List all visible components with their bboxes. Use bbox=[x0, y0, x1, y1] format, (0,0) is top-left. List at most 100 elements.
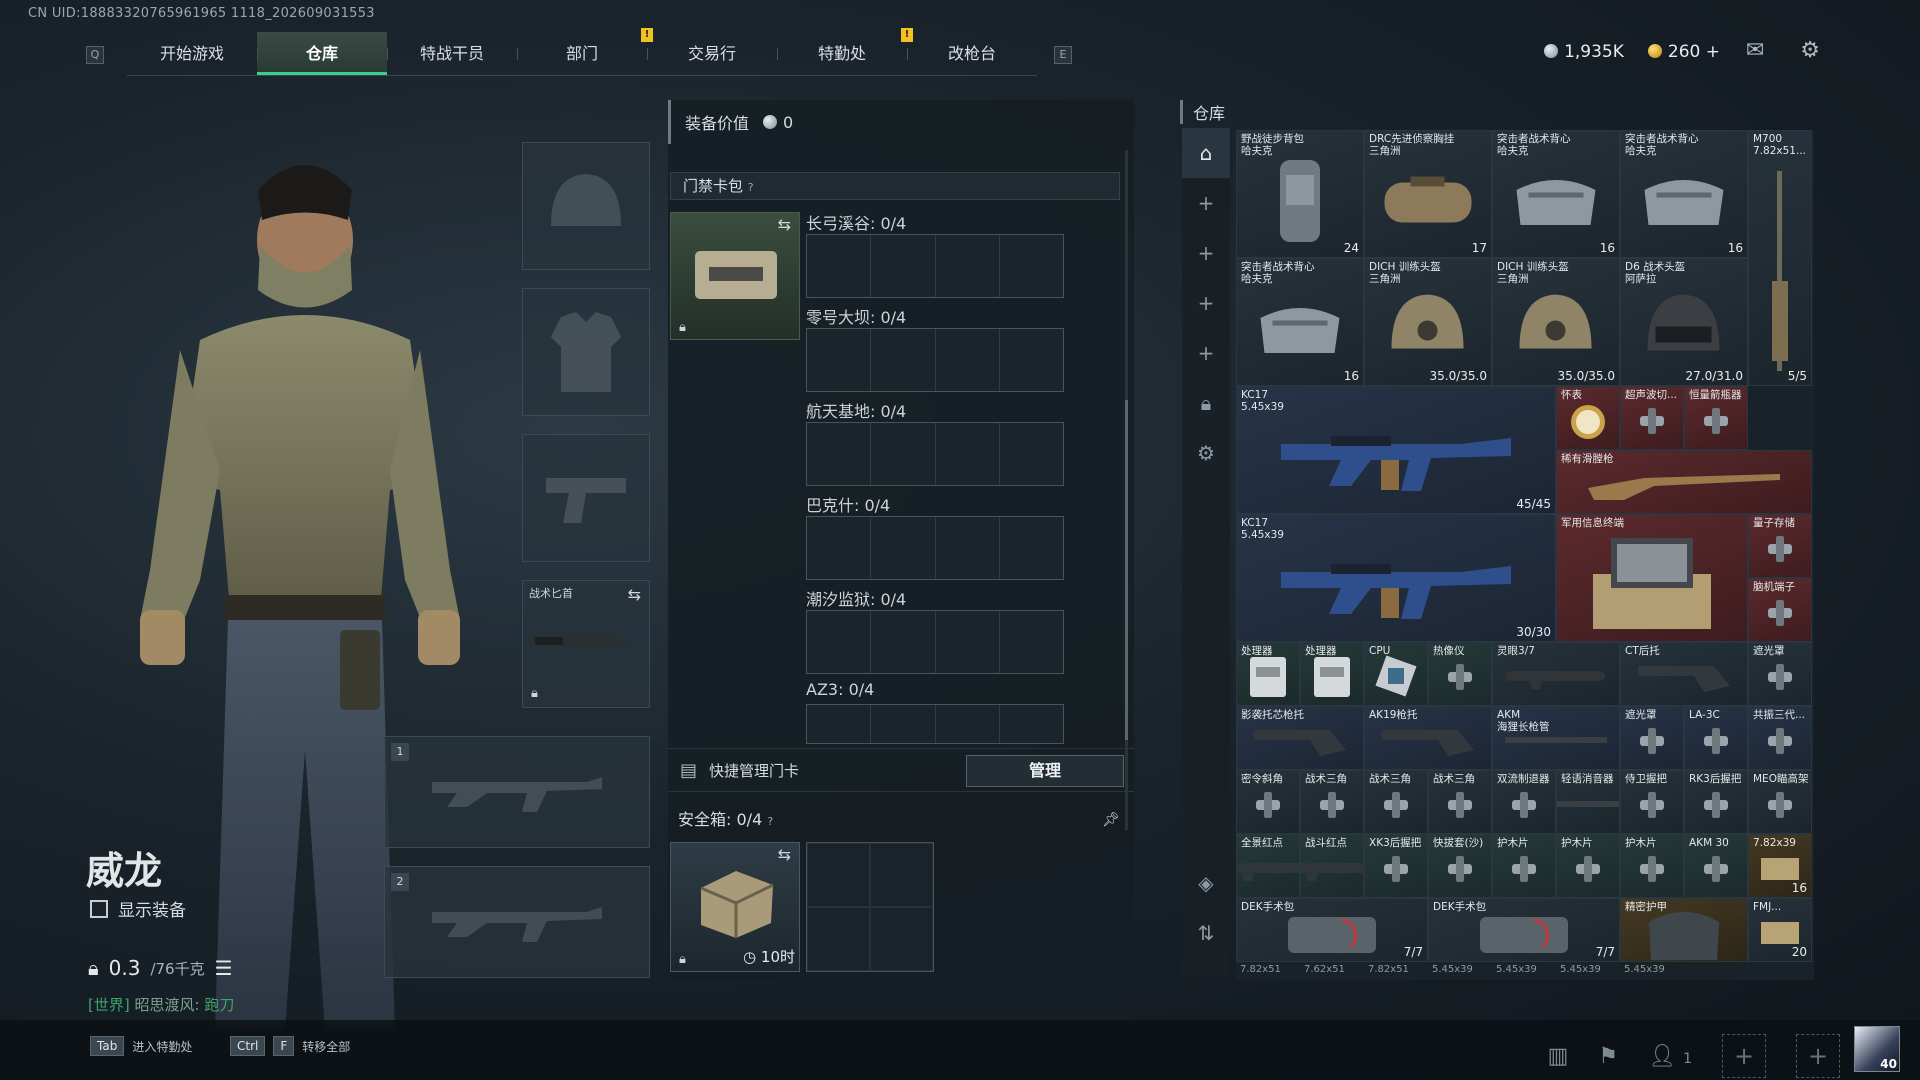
swap-icon[interactable]: ⇆ bbox=[778, 845, 791, 864]
warehouse-item[interactable]: 突击者战术背心 哈夫克 16 bbox=[1236, 258, 1364, 386]
add-currency-button[interactable]: + bbox=[1706, 42, 1720, 62]
warehouse-item[interactable]: 处理器 bbox=[1236, 642, 1300, 706]
swap-icon[interactable]: ⇆ bbox=[778, 215, 791, 234]
tab-department[interactable]: 部门! bbox=[517, 28, 653, 75]
keycard-scrollbar[interactable] bbox=[1125, 150, 1128, 830]
warehouse-item[interactable]: KC17 5.45x39 30/30 bbox=[1236, 514, 1556, 642]
warehouse-item[interactable]: 护木片 bbox=[1556, 834, 1620, 898]
warehouse-item[interactable]: 灵眼3/7 bbox=[1492, 642, 1620, 706]
warehouse-item[interactable]: 轻语消音器 bbox=[1556, 770, 1620, 834]
warehouse-item[interactable]: 护木片 bbox=[1620, 834, 1684, 898]
warehouse-item[interactable]: AKM 海狸长枪管 bbox=[1492, 706, 1620, 770]
flag-icon[interactable]: ⚑ bbox=[1598, 1044, 1618, 1069]
help-icon[interactable]: ? bbox=[748, 181, 754, 194]
warehouse-item[interactable]: 战术三角 bbox=[1428, 770, 1492, 834]
warehouse-item[interactable]: 双流制退器 bbox=[1492, 770, 1556, 834]
warehouse-item[interactable]: 脑机端子 bbox=[1748, 578, 1812, 642]
warehouse-item[interactable]: 7.82x39 16 bbox=[1748, 834, 1812, 898]
player-avatar[interactable]: 40 bbox=[1854, 1026, 1900, 1072]
warehouse-item[interactable]: MEO瞄高架 bbox=[1748, 770, 1812, 834]
warehouse-home-icon[interactable]: ⌂ bbox=[1182, 128, 1230, 178]
show-equipment-checkbox[interactable] bbox=[90, 899, 108, 918]
keycard-grid[interactable] bbox=[806, 516, 1064, 580]
nav-next-key[interactable]: E bbox=[1054, 46, 1072, 64]
warehouse-item[interactable]: CPU bbox=[1364, 642, 1428, 706]
primary-weapon-slot-1[interactable]: 1 bbox=[384, 736, 650, 848]
warehouse-item[interactable]: 快拔套(沙) bbox=[1428, 834, 1492, 898]
warehouse-item[interactable]: FMJ... 20 bbox=[1748, 898, 1812, 962]
warehouse-item[interactable]: 遮光罩 bbox=[1748, 642, 1812, 706]
warehouse-item[interactable]: AK19枪托 bbox=[1364, 706, 1492, 770]
add-tab-icon[interactable]: + bbox=[1182, 228, 1230, 278]
mail-icon[interactable]: ✉ bbox=[1746, 38, 1764, 63]
tab-market[interactable]: 交易行 bbox=[647, 32, 777, 75]
warehouse-item[interactable]: 军用信息终端 bbox=[1556, 514, 1748, 642]
primary-weapon-slot-2[interactable]: 2 bbox=[384, 866, 650, 978]
warehouse-item[interactable]: 热像仪 bbox=[1428, 642, 1492, 706]
stats-icon[interactable]: ▥ bbox=[1548, 1044, 1569, 1069]
settings-icon[interactable]: ⚙ bbox=[1800, 38, 1820, 63]
tab-start-game[interactable]: 开始游戏 bbox=[127, 32, 257, 75]
add-tab-icon[interactable]: + bbox=[1182, 178, 1230, 228]
keycard-grid[interactable] bbox=[806, 610, 1064, 674]
warehouse-item[interactable]: 遮光罩 bbox=[1620, 706, 1684, 770]
warehouse-item[interactable]: 稀有滑膛枪 bbox=[1556, 450, 1812, 514]
warehouse-item[interactable]: 超声波切... bbox=[1620, 386, 1684, 450]
warehouse-item[interactable]: 战术三角 bbox=[1300, 770, 1364, 834]
list-icon[interactable]: ☰ bbox=[215, 956, 233, 980]
warehouse-item[interactable]: 共振三代... bbox=[1748, 706, 1812, 770]
warehouse-item[interactable]: 全景红点 bbox=[1236, 834, 1300, 898]
warehouse-item[interactable]: 侍卫握把 bbox=[1620, 770, 1684, 834]
keycard-bag-header[interactable]: 门禁卡包 ? bbox=[670, 172, 1120, 200]
settings-tab-icon[interactable]: ⚙ bbox=[1182, 428, 1230, 478]
pistol-slot[interactable] bbox=[522, 434, 650, 562]
keycard-bag-item[interactable]: ⇆ 🔒︎ bbox=[670, 212, 800, 340]
add-squad-slot-button[interactable]: + bbox=[1796, 1034, 1840, 1078]
warehouse-item[interactable]: 影袭托芯枪托 bbox=[1236, 706, 1364, 770]
warehouse-item[interactable]: DEK手术包 7/7 bbox=[1236, 898, 1428, 962]
gold-currency[interactable]: 260 + bbox=[1647, 42, 1720, 62]
warehouse-item[interactable]: DICH 训练头盔 三角洲 35.0/35.0 bbox=[1492, 258, 1620, 386]
manage-button[interactable]: 管理 bbox=[966, 755, 1124, 787]
nav-prev-key[interactable]: Q bbox=[86, 46, 104, 64]
enter-special-ops-button[interactable]: Tab 进入特勤处 bbox=[90, 1036, 192, 1056]
tab-gunsmith[interactable]: 改枪台 bbox=[907, 32, 1037, 75]
transfer-all-button[interactable]: Ctrl F 转移全部 bbox=[230, 1036, 350, 1056]
warehouse-item[interactable]: 量子存储 bbox=[1748, 514, 1812, 578]
warehouse-item[interactable]: 精密护甲 bbox=[1620, 898, 1748, 962]
warehouse-item[interactable]: LA-3C bbox=[1684, 706, 1748, 770]
layers-icon[interactable]: ◈ bbox=[1182, 858, 1230, 908]
add-tab-icon[interactable]: + bbox=[1182, 278, 1230, 328]
tab-special-ops[interactable]: 特勤处! bbox=[777, 28, 913, 75]
knife-slot[interactable]: 战术匕首 ⇆ 🔒︎ bbox=[522, 580, 650, 708]
warehouse-item[interactable]: 突击者战术背心 哈夫克 16 bbox=[1620, 130, 1748, 258]
keycard-grid[interactable] bbox=[806, 234, 1064, 298]
help-icon[interactable]: ? bbox=[767, 815, 773, 828]
warehouse-item[interactable]: 战术三角 bbox=[1364, 770, 1428, 834]
warehouse-item[interactable]: CT后托 bbox=[1620, 642, 1748, 706]
warehouse-item[interactable]: D6 战术头盔 阿萨拉 27.0/31.0 bbox=[1620, 258, 1748, 386]
warehouse-item[interactable]: 战斗红点 bbox=[1300, 834, 1364, 898]
sort-icon[interactable]: ⇅ bbox=[1182, 908, 1230, 958]
pin-icon[interactable]: 📌︎ bbox=[1102, 802, 1120, 838]
warehouse-item[interactable]: RK3后握把 bbox=[1684, 770, 1748, 834]
warehouse-item[interactable]: 恒量箭瓶器 bbox=[1684, 386, 1748, 450]
safe-box-grid[interactable] bbox=[806, 842, 934, 972]
warehouse-item[interactable]: 突击者战术背心 哈夫克 16 bbox=[1492, 130, 1620, 258]
tab-operators[interactable]: 特战干员 bbox=[387, 32, 517, 75]
warehouse-item[interactable]: DICH 训练头盔 三角洲 35.0/35.0 bbox=[1364, 258, 1492, 386]
warehouse-item[interactable]: 怀表 bbox=[1556, 386, 1620, 450]
warehouse-item[interactable]: 野战徒步背包 哈夫克 24 bbox=[1236, 130, 1364, 258]
safe-box-item[interactable]: ⇆ 🔒︎ ◷ 10时 bbox=[670, 842, 800, 972]
keycard-grid[interactable] bbox=[806, 422, 1064, 486]
add-tab-icon[interactable]: + bbox=[1182, 328, 1230, 378]
show-equipment-toggle[interactable]: 显示装备 bbox=[90, 896, 186, 921]
keycard-grid[interactable] bbox=[806, 704, 1064, 744]
warehouse-item[interactable]: 密令斜角 bbox=[1236, 770, 1300, 834]
warehouse-item[interactable]: KC17 5.45x39 45/45 bbox=[1236, 386, 1556, 514]
helmet-slot[interactable] bbox=[522, 142, 650, 270]
warehouse-item[interactable]: 处理器 bbox=[1300, 642, 1364, 706]
warehouse-item[interactable]: DEK手术包 7/7 bbox=[1428, 898, 1620, 962]
warehouse-item[interactable]: M700 7.82x51... 5/5 bbox=[1748, 130, 1812, 386]
add-squad-slot-button[interactable]: + bbox=[1722, 1034, 1766, 1078]
